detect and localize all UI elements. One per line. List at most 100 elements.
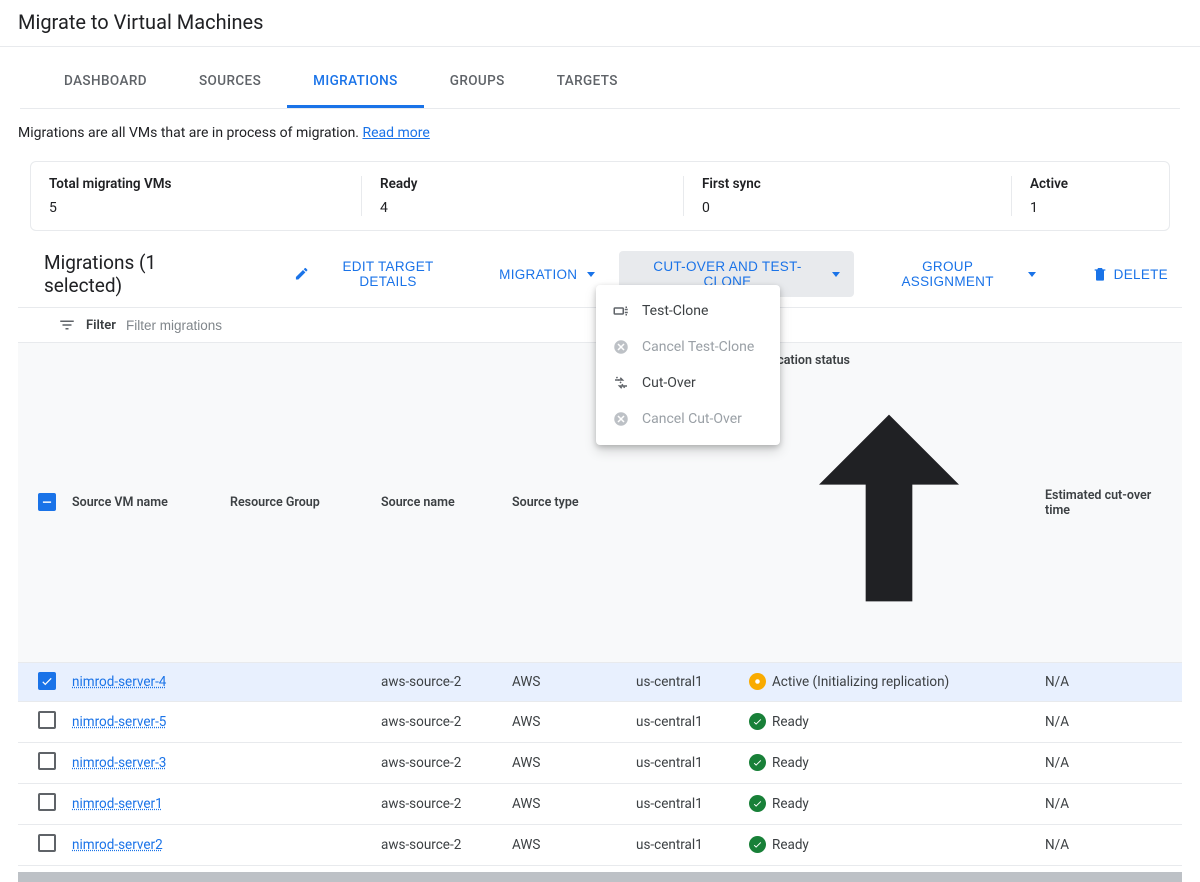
stats-card: Total migrating VMs 5 Ready 4 First sync… [30, 161, 1170, 231]
cell-source-name: aws-source-2 [373, 743, 504, 784]
tab-targets[interactable]: TARGETS [531, 55, 644, 108]
cell-target-region: us-central1 [628, 663, 741, 702]
source-vm-link[interactable]: nimrod-server1 [72, 796, 163, 812]
cell-source-type: AWS [504, 663, 628, 702]
filter-icon[interactable] [58, 316, 76, 334]
cancel-icon [612, 410, 630, 428]
tab-dashboard[interactable]: DASHBOARD [38, 55, 173, 108]
stat-ready-value: 4 [380, 200, 665, 216]
cell-replication-status: Ready [749, 713, 809, 730]
table-row: nimrod-server-4aws-source-2AWSus-central… [18, 663, 1182, 702]
cell-source-type: AWS [504, 702, 628, 743]
delete-icon [1092, 266, 1108, 282]
stat-ready: Ready 4 [361, 176, 683, 216]
status-text: Ready [772, 837, 809, 853]
delete-label: DELETE [1114, 267, 1168, 282]
cell-source-name: aws-source-2 [373, 702, 504, 743]
cut-over-icon [612, 374, 630, 392]
col-source-name[interactable]: Source name [373, 343, 504, 663]
table-row: nimrod-server-5 aws-source-2AWSus-central… [18, 702, 1182, 743]
description-text: Migrations are all VMs that are in proce… [18, 125, 362, 141]
row-checkbox[interactable] [38, 752, 56, 770]
page-header: Migrate to Virtual Machines [0, 0, 1200, 47]
filter-label: Filter [86, 318, 116, 333]
table-row: nimrod-server1aws-source-2AWSus-central1… [18, 784, 1182, 825]
stat-total-label: Total migrating VMs [49, 176, 343, 192]
source-vm-link[interactable]: nimrod-server-5 [72, 714, 166, 730]
group-assignment-label: GROUP ASSIGNMENT [878, 259, 1018, 289]
status-icon [749, 836, 766, 853]
menu-test-clone[interactable]: Test-Clone [596, 293, 780, 329]
source-vm-link[interactable]: nimrod-server-3 [72, 755, 166, 771]
stat-active-label: Active [1030, 176, 1068, 192]
stat-first-sync: First sync 0 [683, 176, 1011, 216]
col-resource-group[interactable]: Resource Group [222, 343, 373, 663]
status-text: Active (Initializing replication) [772, 674, 949, 690]
source-vm-link[interactable]: nimrod-server2 [72, 837, 163, 853]
source-vm-link[interactable]: nimrod-server-4 [72, 674, 166, 690]
cell-source-type: AWS [504, 825, 628, 866]
cell-source-name: aws-source-2 [373, 825, 504, 866]
col-replication-status[interactable]: Replication status [741, 343, 1037, 663]
col-estimated-cutover-time[interactable]: Estimated cut-over time [1037, 343, 1182, 663]
cutover-dropdown-menu: Test-Clone Cancel Test-Clone Cut-Over Ca… [596, 285, 780, 445]
stat-active: Active 1 [1011, 176, 1086, 216]
cell-source-type: AWS [504, 743, 628, 784]
cell-estimated-cutover: N/A [1037, 784, 1182, 825]
status-icon [749, 754, 766, 771]
row-checkbox[interactable] [38, 793, 56, 811]
tab-sources[interactable]: SOURCES [173, 55, 287, 108]
stat-first-sync-label: First sync [702, 176, 993, 192]
cell-replication-status: Ready [749, 754, 809, 771]
tab-groups[interactable]: GROUPS [424, 55, 531, 108]
cancel-icon [612, 338, 630, 356]
cell-estimated-cutover: N/A [1037, 663, 1182, 702]
cell-estimated-cutover: N/A [1037, 702, 1182, 743]
cell-replication-status: Active (Initializing replication) [749, 673, 949, 690]
select-all-checkbox[interactable] [38, 493, 56, 511]
status-text: Ready [772, 796, 809, 812]
stat-first-sync-value: 0 [702, 200, 993, 216]
toolbar-title: Migrations (1 selected) [44, 251, 232, 297]
cell-target-region: us-central1 [628, 743, 741, 784]
migration-label: MIGRATION [499, 267, 577, 282]
status-icon [749, 673, 766, 690]
stat-total: Total migrating VMs 5 [31, 176, 361, 216]
table-row: nimrod-server-3 aws-source-2AWSus-central… [18, 743, 1182, 784]
cell-replication-status: Ready [749, 795, 809, 812]
cell-replication-status: Ready [749, 836, 809, 853]
group-assignment-dropdown-button[interactable]: GROUP ASSIGNMENT [864, 251, 1050, 297]
status-text: Ready [772, 755, 809, 771]
edit-target-details-label: EDIT TARGET DETAILS [315, 259, 461, 289]
horizontal-scrollbar[interactable] [18, 872, 1182, 882]
edit-icon [294, 266, 309, 282]
cell-target-region: us-central1 [628, 784, 741, 825]
delete-button[interactable]: DELETE [1078, 258, 1182, 290]
status-text: Ready [772, 714, 809, 730]
table-toolbar: Migrations (1 selected) EDIT TARGET DETA… [0, 231, 1200, 307]
col-source-vm-name[interactable]: Source VM name [64, 343, 222, 663]
edit-target-details-button[interactable]: EDIT TARGET DETAILS [280, 251, 476, 297]
menu-cut-over[interactable]: Cut-Over [596, 365, 780, 401]
row-checkbox[interactable] [38, 672, 56, 690]
cell-estimated-cutover: N/A [1037, 743, 1182, 784]
menu-cancel-test-clone-label: Cancel Test-Clone [642, 339, 754, 355]
status-icon [749, 713, 766, 730]
cell-resource-group [222, 743, 373, 784]
cell-estimated-cutover: N/A [1037, 825, 1182, 866]
cell-resource-group [222, 663, 373, 702]
cell-target-region: us-central1 [628, 702, 741, 743]
tab-migrations[interactable]: MIGRATIONS [287, 55, 424, 108]
page-title: Migrate to Virtual Machines [18, 10, 1182, 34]
menu-cancel-cut-over: Cancel Cut-Over [596, 401, 780, 437]
row-checkbox[interactable] [38, 711, 56, 729]
menu-cancel-cut-over-label: Cancel Cut-Over [642, 411, 742, 427]
test-clone-icon [612, 302, 630, 320]
stat-active-value: 1 [1030, 200, 1068, 216]
cell-resource-group [222, 825, 373, 866]
migration-dropdown-button[interactable]: MIGRATION [485, 259, 609, 290]
page-description: Migrations are all VMs that are in proce… [0, 109, 1200, 149]
cell-resource-group [222, 784, 373, 825]
read-more-link[interactable]: Read more [362, 125, 429, 141]
row-checkbox[interactable] [38, 834, 56, 852]
